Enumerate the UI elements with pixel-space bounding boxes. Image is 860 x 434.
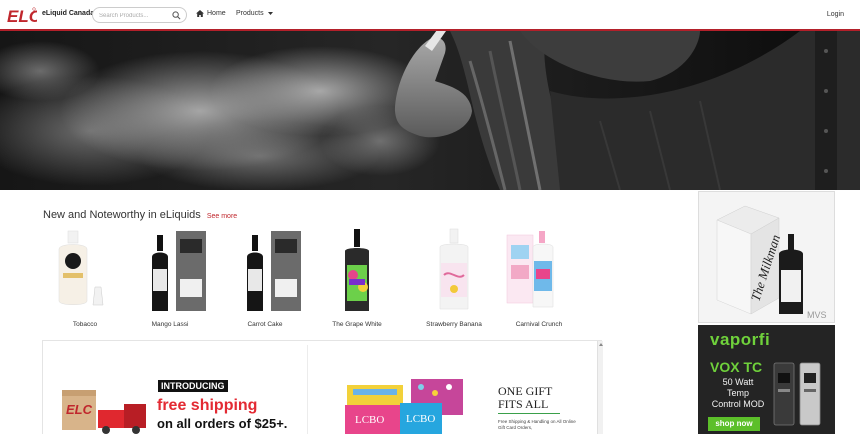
free-shipping-headline[interactable]: free shipping: [157, 397, 257, 415]
product-image[interactable]: [317, 227, 397, 313]
top-navbar: ELC eLiquid Canada Home Products Login: [0, 0, 860, 31]
product-name[interactable]: The Grape White: [317, 321, 397, 328]
product-name[interactable]: Mango Lassi: [130, 321, 210, 328]
brand-name[interactable]: eLiquid Canada: [42, 10, 94, 17]
shipping-threshold-text: on all orders of $25+.: [157, 416, 288, 431]
product-card[interactable]: Carnival Crunch: [499, 227, 579, 333]
nav-products-label: Products: [236, 10, 264, 17]
product-name[interactable]: Carrot Cake: [225, 321, 305, 328]
box-logo-text: ELC: [66, 402, 93, 417]
gift-card-label: LCBO: [406, 413, 435, 425]
product-image[interactable]: [499, 227, 579, 313]
vaporfi-ad[interactable]: vaporfi VOX TC 50 Watt Temp Control MOD …: [698, 325, 835, 434]
lcbo-gift-cards-illustration[interactable]: LCBO LCBO: [345, 377, 470, 434]
product-card[interactable]: Strawberry Banana: [414, 227, 494, 333]
banner-divider: [307, 345, 308, 434]
section-heading: New and Noteworthy in eLiquids See more: [43, 209, 237, 221]
nav-home-label: Home: [207, 10, 226, 17]
product-card[interactable]: Carrot Cake: [225, 227, 305, 333]
see-more-link[interactable]: See more: [207, 213, 237, 220]
nav-products-dropdown[interactable]: Products: [236, 10, 273, 17]
gift-headline[interactable]: ONE GIFT FITS ALL: [498, 385, 578, 411]
product-card[interactable]: Mango Lassi: [130, 227, 210, 333]
vox-mod-image: [773, 362, 821, 426]
hero-banner-image: [0, 31, 860, 190]
shipping-truck-illustration[interactable]: ELC: [58, 380, 153, 434]
product-image[interactable]: [414, 227, 494, 313]
hero-smoker-illustration: [0, 31, 860, 190]
product-image[interactable]: [45, 227, 125, 313]
product-card[interactable]: The Grape White: [317, 227, 397, 333]
login-link[interactable]: Login: [827, 11, 844, 18]
mvs-label: MVS: [807, 310, 827, 320]
vaporfi-spec-line: 50 Watt: [722, 377, 754, 387]
milkman-ad[interactable]: The Milkman MVS: [698, 191, 835, 323]
shop-now-button[interactable]: shop now: [708, 417, 760, 431]
section-title: New and Noteworthy in eLiquids: [43, 209, 201, 221]
gift-card-label: LCBO: [355, 414, 384, 426]
search-input[interactable]: [99, 10, 169, 21]
vaporfi-spec-line: Control MOD: [711, 399, 765, 409]
milkman-product-image[interactable]: The Milkman MVS: [699, 192, 835, 323]
product-image[interactable]: [225, 227, 305, 313]
caret-down-icon: [267, 12, 273, 15]
product-name[interactable]: Carnival Crunch: [499, 321, 579, 328]
vaporfi-spec-line: Temp: [726, 388, 749, 398]
gift-rule: [498, 413, 560, 414]
scroll-up-icon[interactable]: [599, 343, 603, 346]
product-card[interactable]: Tobacco: [45, 227, 125, 333]
elc-logo[interactable]: ELC: [7, 4, 37, 26]
search-box[interactable]: [92, 7, 187, 23]
logo-text: ELC: [7, 7, 37, 26]
search-icon[interactable]: [172, 11, 181, 20]
vaporfi-model: VOX TC: [710, 359, 763, 375]
product-image[interactable]: [130, 227, 210, 313]
gift-note: Free Shipping & Handling on All Online G…: [498, 419, 576, 430]
nav-home-link[interactable]: Home: [196, 10, 226, 17]
introducing-label: INTRODUCING: [158, 380, 228, 392]
product-name[interactable]: Tobacco: [45, 321, 125, 328]
vaporfi-logo: vaporfi: [710, 330, 771, 349]
product-name[interactable]: Strawberry Banana: [414, 321, 494, 328]
scrollbar[interactable]: [597, 341, 603, 434]
home-icon: [196, 10, 204, 17]
